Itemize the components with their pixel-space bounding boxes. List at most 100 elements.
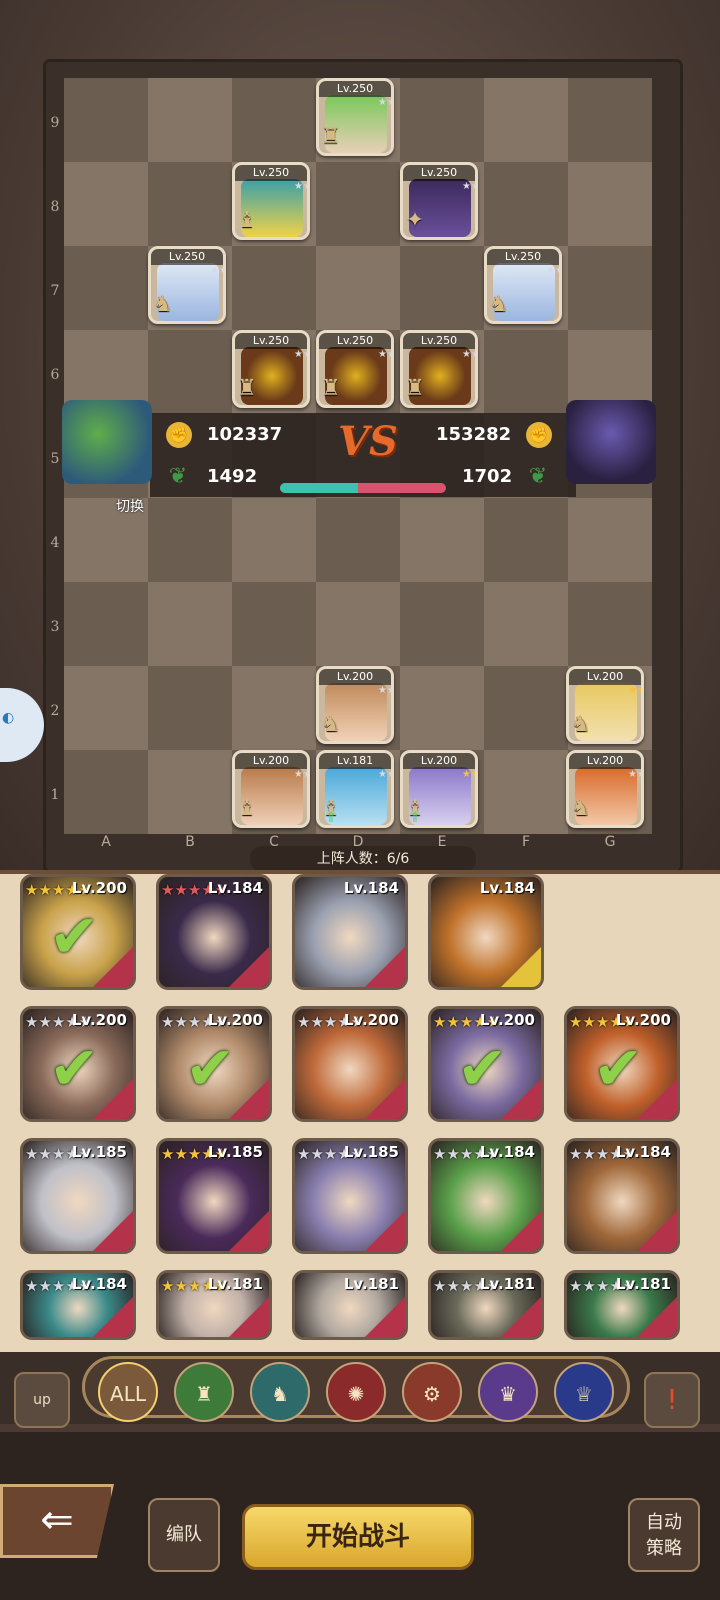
info-button[interactable]: ! bbox=[644, 1372, 700, 1428]
upgrade-arrow-icon: ⇑ bbox=[325, 810, 337, 826]
hero-card[interactable]: ★★★★★Lv.181 bbox=[156, 1270, 272, 1340]
ally-unit[interactable]: Lv.200 ★★★★★ ♞ bbox=[316, 666, 394, 744]
hero-card[interactable]: ★★★★★Lv.181 bbox=[428, 1270, 544, 1340]
board-cell[interactable] bbox=[232, 582, 316, 666]
star-icons: ★★★★★ bbox=[628, 685, 641, 696]
auto-strategy-button[interactable]: 自动策略 bbox=[628, 1498, 700, 1572]
enemy-unit[interactable]: Lv.250 ★★★★★ ♜ bbox=[316, 330, 394, 408]
star-icons: ★★★★★ bbox=[25, 1013, 92, 1031]
power-fist-icon: ✊ bbox=[526, 422, 552, 448]
hero-card[interactable]: ★★★★★Lv.184 bbox=[428, 1138, 544, 1254]
board-cell[interactable] bbox=[484, 78, 568, 162]
board-cell[interactable] bbox=[568, 582, 652, 666]
board-cell[interactable] bbox=[400, 246, 484, 330]
hero-card[interactable]: ★★★★★Lv.200 ✔ bbox=[20, 1006, 136, 1122]
ally-unit[interactable]: Lv.200 ★★★★★ ♞ bbox=[566, 750, 644, 828]
enemy-unit[interactable]: Lv.250 ★★★★★ ♜ bbox=[232, 330, 310, 408]
star-icons: ★★★★★ bbox=[433, 1145, 500, 1163]
filter-cart-icon[interactable]: ⚙ bbox=[402, 1362, 462, 1422]
board-cell[interactable] bbox=[64, 162, 148, 246]
hero-card[interactable]: Lv.184 bbox=[292, 874, 408, 990]
board-cell[interactable] bbox=[148, 750, 232, 834]
board-cell[interactable] bbox=[148, 78, 232, 162]
board-cell[interactable] bbox=[148, 666, 232, 750]
board-cell[interactable] bbox=[64, 666, 148, 750]
board-cell[interactable] bbox=[316, 246, 400, 330]
board-cell[interactable] bbox=[400, 498, 484, 582]
board-cell[interactable] bbox=[64, 582, 148, 666]
board-cell[interactable] bbox=[316, 162, 400, 246]
enemy-unit[interactable]: Lv.250 ★★★★★ ♞ bbox=[484, 246, 562, 324]
row-label: 7 bbox=[50, 283, 60, 299]
board-cell[interactable] bbox=[64, 750, 148, 834]
board-cell[interactable] bbox=[400, 582, 484, 666]
board-cell[interactable] bbox=[484, 582, 568, 666]
enemy-unit[interactable]: Lv.250 ★★★★★ ✦ bbox=[400, 162, 478, 240]
board-cell[interactable] bbox=[148, 498, 232, 582]
start-battle-button[interactable]: 开始战斗 bbox=[242, 1504, 474, 1570]
ally-unit[interactable]: Lv.200 ★★★★★ ♝ bbox=[232, 750, 310, 828]
hero-card[interactable]: ★★★★★Lv.185 bbox=[292, 1138, 408, 1254]
hero-card[interactable]: ★★★★★Lv.185 bbox=[20, 1138, 136, 1254]
hero-card[interactable]: Lv.181 bbox=[292, 1270, 408, 1340]
board-cell[interactable] bbox=[484, 330, 568, 414]
enemy-unit[interactable]: Lv.250 ★★★★★ ♜ bbox=[400, 330, 478, 408]
board-cell[interactable] bbox=[568, 498, 652, 582]
hero-card[interactable]: ★★★★★Lv.200 ✔ bbox=[428, 1006, 544, 1122]
hero-card[interactable]: ★★★★★Lv.200 bbox=[292, 1006, 408, 1122]
board-cell[interactable] bbox=[484, 162, 568, 246]
hero-card[interactable]: ★★★★★Lv.184 bbox=[20, 1270, 136, 1340]
board-cell[interactable] bbox=[64, 246, 148, 330]
board-cell[interactable] bbox=[232, 78, 316, 162]
enemy-unit[interactable]: Lv.250 ★★★★★ ♞ bbox=[148, 246, 226, 324]
board-cell[interactable] bbox=[316, 582, 400, 666]
filter-queen-icon[interactable]: ♕ bbox=[554, 1362, 614, 1422]
hero-card[interactable]: Lv.184 bbox=[428, 874, 544, 990]
board-cell[interactable] bbox=[400, 666, 484, 750]
ally-base-icon[interactable] bbox=[62, 400, 152, 484]
filter-lamp-icon[interactable]: ♛ bbox=[478, 1362, 538, 1422]
back-arrow-button[interactable]: ⇐ bbox=[0, 1484, 114, 1558]
side-float-icon: ◐ bbox=[2, 710, 15, 726]
hero-card[interactable]: ★★★★★Lv.184 bbox=[564, 1138, 680, 1254]
board-cell[interactable] bbox=[316, 498, 400, 582]
hero-card[interactable]: ★★★★★Lv.200 ✔ bbox=[20, 874, 136, 990]
hero-card[interactable]: ★★★★★Lv.185 bbox=[156, 1138, 272, 1254]
star-icons: ★★★★★ bbox=[161, 1013, 228, 1031]
star-icons: ★★★★★ bbox=[294, 181, 307, 192]
board-cell[interactable] bbox=[484, 498, 568, 582]
board-cell[interactable] bbox=[568, 246, 652, 330]
board-cell[interactable] bbox=[484, 666, 568, 750]
hero-card[interactable]: ★★★★★Lv.184 bbox=[156, 874, 272, 990]
board-cell[interactable] bbox=[568, 162, 652, 246]
board-cell[interactable] bbox=[148, 330, 232, 414]
upgrade-button[interactable]: up bbox=[14, 1372, 70, 1428]
cart-chess-icon: ♞ bbox=[571, 796, 591, 821]
board-cell[interactable] bbox=[148, 582, 232, 666]
ally-unit[interactable]: Lv.181 ★★★★★ ♝ ⇑ bbox=[316, 750, 394, 828]
board-cell[interactable] bbox=[232, 246, 316, 330]
enemy-unit[interactable]: Lv.250 ★★★★★ ♜ bbox=[316, 78, 394, 156]
star-icons: ★★★★★ bbox=[25, 1145, 92, 1163]
filter-all-button[interactable]: ALL bbox=[98, 1362, 158, 1422]
filter-knight-icon[interactable]: ♜ bbox=[174, 1362, 234, 1422]
board-cell[interactable] bbox=[232, 498, 316, 582]
board-cell[interactable] bbox=[232, 666, 316, 750]
board-cell[interactable] bbox=[568, 78, 652, 162]
enemy-unit[interactable]: Lv.250 ★★★★★ ♝ bbox=[232, 162, 310, 240]
filter-wheel-icon[interactable]: ✺ bbox=[326, 1362, 386, 1422]
hero-card[interactable]: ★★★★★Lv.200 ✔ bbox=[156, 1006, 272, 1122]
rarity-corner bbox=[365, 1297, 405, 1337]
hero-card[interactable]: ★★★★★Lv.200 ✔ bbox=[564, 1006, 680, 1122]
board-cell[interactable] bbox=[484, 750, 568, 834]
board-cell[interactable] bbox=[64, 78, 148, 162]
ally-unit[interactable]: Lv.200 ★★★★★ ♝ ⇑ bbox=[400, 750, 478, 828]
ally-unit[interactable]: Lv.200 ★★★★★ ♞ bbox=[566, 666, 644, 744]
ally-power: 102337 bbox=[207, 424, 283, 445]
board-cell[interactable] bbox=[148, 162, 232, 246]
switch-label[interactable]: 切换 bbox=[116, 496, 144, 516]
team-button[interactable]: 编队 bbox=[148, 1498, 220, 1572]
hero-card[interactable]: ★★★★★Lv.181 bbox=[564, 1270, 680, 1340]
filter-horse-icon[interactable]: ♞ bbox=[250, 1362, 310, 1422]
board-cell[interactable] bbox=[400, 78, 484, 162]
